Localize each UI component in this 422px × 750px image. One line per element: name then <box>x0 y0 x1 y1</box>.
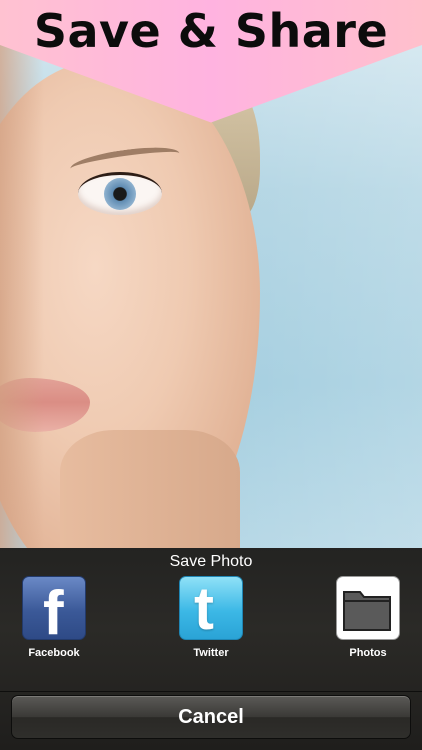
share-twitter-button[interactable]: t Twitter <box>166 576 256 659</box>
twitter-icon: t <box>179 576 243 640</box>
photo-eye <box>78 172 162 215</box>
folder-icon <box>336 576 400 640</box>
share-facebook-button[interactable]: f Facebook <box>9 576 99 659</box>
photo-iris <box>104 178 136 210</box>
app-screen: Save & Share Save Photo f Facebook t Twi… <box>0 0 422 750</box>
page-title: Save & Share <box>33 4 389 58</box>
cancel-button[interactable]: Cancel <box>11 695 411 739</box>
photo-edge-fade <box>0 0 44 548</box>
sheet-divider <box>0 691 422 692</box>
share-facebook-label: Facebook <box>28 647 80 659</box>
facebook-icon: f <box>22 576 86 640</box>
share-sheet: Save Photo f Facebook t Twitter Photos C <box>0 548 422 750</box>
share-photos-label: Photos <box>349 647 387 659</box>
photo-preview: Save & Share <box>0 0 422 548</box>
share-photos-button[interactable]: Photos <box>323 576 413 659</box>
sheet-title: Save Photo <box>169 553 253 570</box>
photo-neck <box>60 430 240 548</box>
share-twitter-label: Twitter <box>193 647 229 659</box>
